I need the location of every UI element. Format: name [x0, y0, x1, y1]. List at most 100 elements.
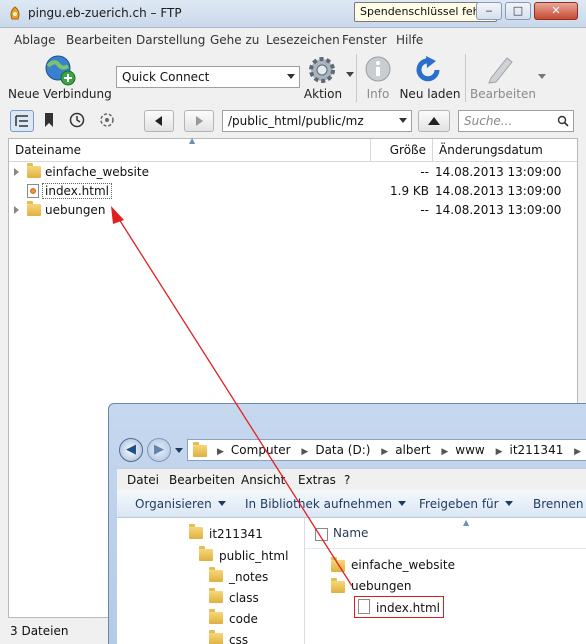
- column-header-size[interactable]: Größe: [371, 139, 433, 161]
- toolbar-separator: [356, 54, 357, 102]
- menu-bearbeiten[interactable]: Bearbeiten: [169, 473, 235, 487]
- explorer-window: ◀ ▶ ▶ Computer ▶ Data (D:) ▶ albert ▶ www ▶ i…: [108, 403, 586, 644]
- navigation-pane: it211341 public_html _notes class code c…: [117, 518, 305, 644]
- reload-label: Neu laden: [399, 87, 461, 101]
- breadcrumb-it211341[interactable]: it211341: [509, 443, 563, 457]
- tree-item[interactable]: public_html: [199, 546, 288, 563]
- chevron-down-icon: [398, 501, 407, 506]
- menu-help[interactable]: ?: [344, 473, 350, 487]
- back-button[interactable]: [144, 110, 174, 132]
- column-header-modified[interactable]: Änderungsdatum: [433, 139, 577, 161]
- breadcrumb-www[interactable]: www: [455, 443, 484, 457]
- edit-dropdown-icon[interactable]: [538, 74, 546, 80]
- bonjour-button[interactable]: [96, 110, 120, 132]
- ftp-titlebar: pingu.eb-zuerich.ch – FTP Spendenschlüss…: [0, 0, 586, 28]
- file-modified: 14.08.2013 13:09:00: [435, 184, 562, 198]
- reload-icon: [416, 56, 440, 82]
- chevron-down-icon: [217, 501, 226, 506]
- folder-icon: [27, 201, 41, 217]
- folder-icon: [209, 588, 223, 603]
- forward-arrow-icon: [196, 116, 203, 126]
- file-row[interactable]: uebungen -- 14.08.2013 13:09:00: [9, 201, 577, 220]
- quick-connect-select[interactable]: Quick Connect: [116, 66, 300, 88]
- menu-lesezeichen[interactable]: Lesezeichen: [266, 33, 340, 47]
- list-item-label: index.html: [376, 601, 440, 615]
- folder-icon: [189, 524, 203, 539]
- tree-item[interactable]: code: [209, 609, 258, 626]
- column-header-filename[interactable]: Dateiname: [9, 139, 371, 161]
- folder-icon: [209, 630, 223, 644]
- menu-bearbeiten[interactable]: Bearbeiten: [66, 33, 132, 47]
- list-item-label: einfache_website: [351, 558, 455, 572]
- outline-view-button[interactable]: [10, 110, 34, 132]
- clock-icon: [69, 112, 85, 128]
- tree-item[interactable]: _notes: [209, 567, 269, 584]
- tree-item-label: _notes: [229, 570, 269, 584]
- gear-icon: [309, 57, 335, 83]
- file-row[interactable]: einfache_website -- 14.08.2013 13:09:00: [9, 163, 577, 182]
- breadcrumb-computer[interactable]: Computer: [231, 443, 291, 457]
- edit-label: Bearbeiten: [470, 87, 536, 101]
- file-name: einfache_website: [45, 165, 149, 179]
- share-button[interactable]: Freigeben für: [419, 497, 513, 511]
- bookmarks-button[interactable]: [38, 110, 62, 132]
- search-input[interactable]: Suche...: [458, 110, 574, 132]
- menu-ablage[interactable]: Ablage: [14, 33, 56, 47]
- explorer-back-button[interactable]: ◀: [119, 438, 143, 462]
- minimize-button[interactable]: ‒: [476, 2, 502, 20]
- action-dropdown-icon[interactable]: [346, 72, 354, 78]
- maximize-button[interactable]: □: [505, 2, 531, 20]
- list-item[interactable]: uebungen: [331, 578, 412, 593]
- recent-pages-dropdown-icon[interactable]: [175, 448, 183, 454]
- history-button[interactable]: [66, 110, 90, 132]
- add-to-library-button[interactable]: In Bibliothek aufnehmen: [245, 497, 407, 511]
- disclosure-triangle-icon[interactable]: [14, 168, 19, 176]
- column-header-name[interactable]: Name: [333, 526, 368, 540]
- toolbar-separator: [465, 54, 466, 102]
- explorer-command-bar: Organisieren In Bibliothek aufnehmen Fre…: [117, 490, 586, 518]
- select-all-checkbox[interactable]: [315, 528, 328, 541]
- parent-directory-button[interactable]: [418, 110, 450, 132]
- list-item[interactable]: index.html: [354, 596, 444, 618]
- list-item[interactable]: einfache_website: [331, 557, 455, 572]
- folder-icon: [193, 442, 207, 457]
- menu-fenster[interactable]: Fenster: [342, 33, 387, 47]
- search-placeholder: Suche...: [464, 114, 513, 128]
- close-button[interactable]: ✕: [534, 2, 578, 20]
- html-file-icon: [27, 184, 41, 198]
- tree-item-label: it211341: [209, 527, 263, 541]
- burn-button[interactable]: Brennen: [533, 497, 583, 511]
- breadcrumb-albert[interactable]: albert: [395, 443, 430, 457]
- menu-extras[interactable]: Extras: [298, 473, 336, 487]
- file-row[interactable]: index.html 1.9 KB 14.08.2013 13:09:00: [9, 182, 577, 201]
- explorer-file-list: ▲ Name einfache_website uebungen index.h…: [305, 518, 586, 644]
- sort-indicator-icon: ▲: [463, 518, 470, 527]
- quick-connect-value: Quick Connect: [122, 70, 210, 84]
- tree-item[interactable]: it211341: [189, 524, 263, 541]
- menu-gehe-zu[interactable]: Gehe zu: [210, 33, 259, 47]
- tree-item[interactable]: css: [209, 630, 248, 644]
- disclosure-triangle-icon[interactable]: [14, 206, 19, 214]
- forward-button[interactable]: [184, 110, 214, 132]
- file-name: uebungen: [45, 203, 106, 217]
- folder-icon: [331, 557, 345, 572]
- file-name: index.html: [42, 183, 112, 199]
- path-select[interactable]: /public_html/public/mz: [222, 110, 412, 132]
- tree-item[interactable]: class: [209, 588, 259, 605]
- folder-icon: [209, 567, 223, 582]
- menu-datei[interactable]: Datei: [127, 473, 159, 487]
- menu-darstellung[interactable]: Darstellung: [136, 33, 205, 47]
- menu-ansicht[interactable]: Ansicht: [241, 473, 285, 487]
- list-item-label: uebungen: [351, 579, 412, 593]
- info-icon: [365, 56, 391, 82]
- header-divider: [305, 548, 586, 549]
- folder-icon: [331, 578, 345, 593]
- info-label: Info: [366, 87, 390, 101]
- share-label: Freigeben für: [419, 497, 499, 511]
- menu-hilfe[interactable]: Hilfe: [396, 33, 423, 47]
- organize-button[interactable]: Organisieren: [135, 497, 226, 511]
- breadcrumb-data-drive[interactable]: Data (D:): [315, 443, 370, 457]
- explorer-forward-button[interactable]: ▶: [147, 438, 171, 462]
- html-file-icon: [358, 599, 370, 614]
- explorer-address-bar[interactable]: ▶ Computer ▶ Data (D:) ▶ albert ▶ www ▶ it211…: [187, 439, 586, 461]
